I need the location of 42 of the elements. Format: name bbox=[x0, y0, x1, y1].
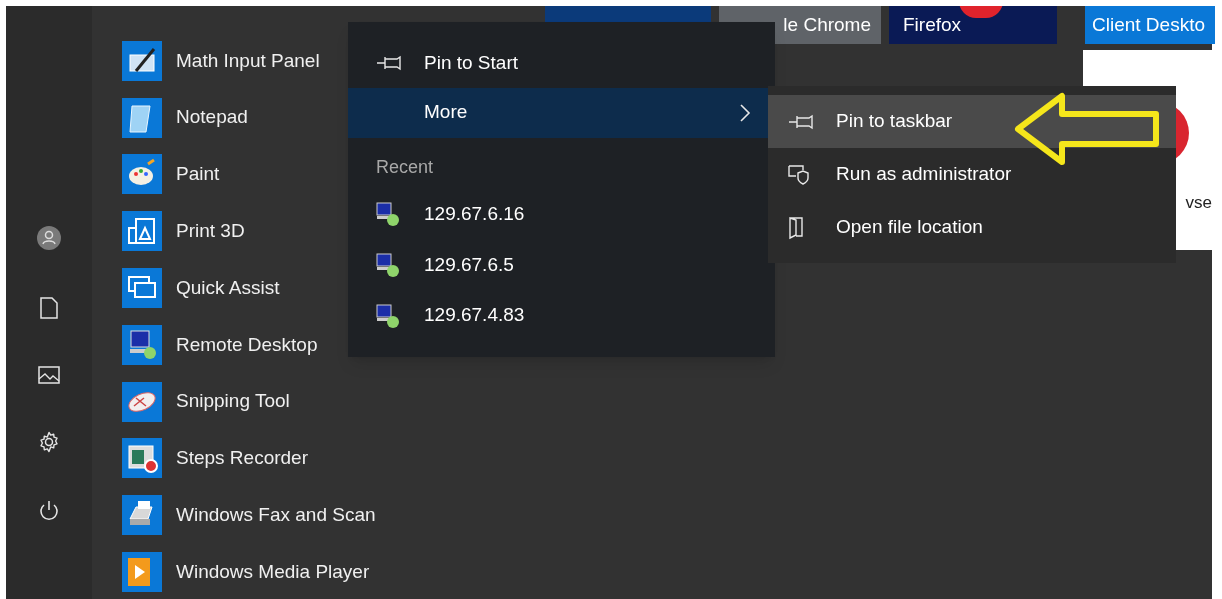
media-app-icon bbox=[122, 552, 162, 593]
app-list-item[interactable]: Windows Fax and Scan bbox=[176, 501, 376, 530]
app-list-item[interactable]: Remote Desktop bbox=[176, 330, 318, 360]
app-list-item[interactable]: Snipping Tool bbox=[176, 387, 290, 416]
document-icon[interactable] bbox=[40, 297, 58, 319]
notepad-app-icon bbox=[122, 97, 162, 138]
app-list-item[interactable]: Windows Media Player bbox=[176, 557, 370, 587]
app-list-item[interactable]: Steps Recorder bbox=[176, 444, 308, 473]
computer-icon bbox=[376, 252, 400, 277]
shield-icon bbox=[788, 164, 810, 185]
rdp-app-icon bbox=[122, 324, 162, 365]
computer-icon bbox=[376, 303, 400, 328]
tile-label: Firefox bbox=[903, 12, 962, 37]
power-icon[interactable] bbox=[38, 500, 60, 522]
app-list-item[interactable]: Print 3D bbox=[176, 217, 245, 246]
print3d-app-icon bbox=[122, 211, 162, 252]
snipping-app-icon bbox=[122, 381, 162, 422]
app-list-item[interactable]: Math Input Panel bbox=[176, 46, 320, 76]
computer-icon bbox=[376, 202, 400, 227]
chevron-right-icon bbox=[739, 102, 751, 123]
steps-app-icon bbox=[122, 438, 162, 479]
fax-app-icon bbox=[122, 495, 162, 536]
tile-label: vse bbox=[1185, 192, 1212, 214]
recent-item[interactable]: 129.67.4.83 bbox=[348, 290, 775, 341]
app-list-item[interactable]: Notepad bbox=[176, 103, 248, 132]
pin-icon bbox=[376, 54, 402, 71]
math-app-icon bbox=[122, 40, 162, 81]
tile-label: le Chrome bbox=[783, 12, 871, 37]
app-tile[interactable]: Client Deskto bbox=[1085, 6, 1215, 44]
tile-label: Client Deskto bbox=[1092, 12, 1205, 37]
app-tile[interactable]: Firefox bbox=[889, 6, 1057, 44]
pictures-icon[interactable] bbox=[38, 366, 60, 384]
quickassist-app-icon bbox=[122, 268, 162, 309]
app-list-item[interactable]: Quick Assist bbox=[176, 273, 280, 303]
door-icon bbox=[788, 215, 804, 240]
paint-app-icon bbox=[122, 154, 162, 195]
avatar-icon[interactable] bbox=[37, 226, 61, 250]
settings-icon[interactable] bbox=[38, 431, 60, 453]
pin-icon bbox=[788, 113, 814, 130]
app-list-item[interactable]: Paint bbox=[176, 160, 220, 189]
menu-item[interactable]: Pin to taskbar bbox=[768, 95, 1176, 148]
section-header: Recent bbox=[375, 155, 435, 179]
